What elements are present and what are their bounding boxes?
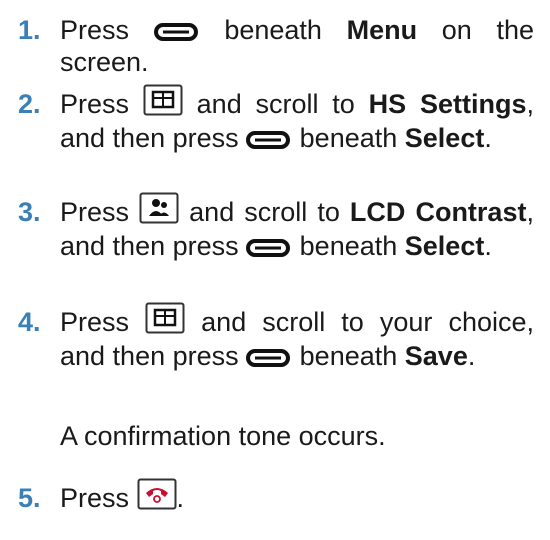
menu-key-icon	[145, 302, 185, 334]
confirmation-note: A confirmation tone occurs.	[60, 421, 386, 451]
step-text: Press and scroll to your choice, and the…	[18, 302, 534, 372]
step-4: 4. Press and scroll to your choice, and …	[18, 302, 534, 372]
end-call-key-icon	[137, 478, 177, 510]
step-number: 3.	[18, 197, 41, 227]
step-number: 1.	[18, 15, 41, 45]
softkey-button-icon	[246, 348, 292, 368]
step-text: Press beneath Menu on the screen.	[60, 15, 534, 77]
step-text: Press and scroll to LCD Contrast, and th…	[18, 192, 534, 262]
softkey-button-icon	[153, 22, 200, 42]
step-2: 2. Press and scroll to HS Settings, and …	[18, 84, 534, 154]
contacts-key-icon	[139, 192, 179, 224]
instruction-page: 1. Press beneath Menu on the screen. 2. …	[0, 0, 550, 540]
menu-key-icon	[143, 84, 183, 116]
step-5: 5. Press .	[18, 478, 534, 516]
step-number: 5.	[18, 483, 41, 513]
step-text: Press .	[18, 478, 534, 516]
step-1: 1. Press beneath Menu on the screen.	[18, 14, 534, 78]
step-number: 4.	[18, 307, 41, 337]
step-number: 2.	[18, 89, 41, 119]
step-3: 3. Press and scroll to LCD Contrast, and…	[18, 192, 534, 262]
softkey-button-icon	[246, 238, 292, 258]
step-text: Press and scroll to HS Settings, and the…	[18, 84, 534, 154]
softkey-button-icon	[246, 130, 292, 150]
